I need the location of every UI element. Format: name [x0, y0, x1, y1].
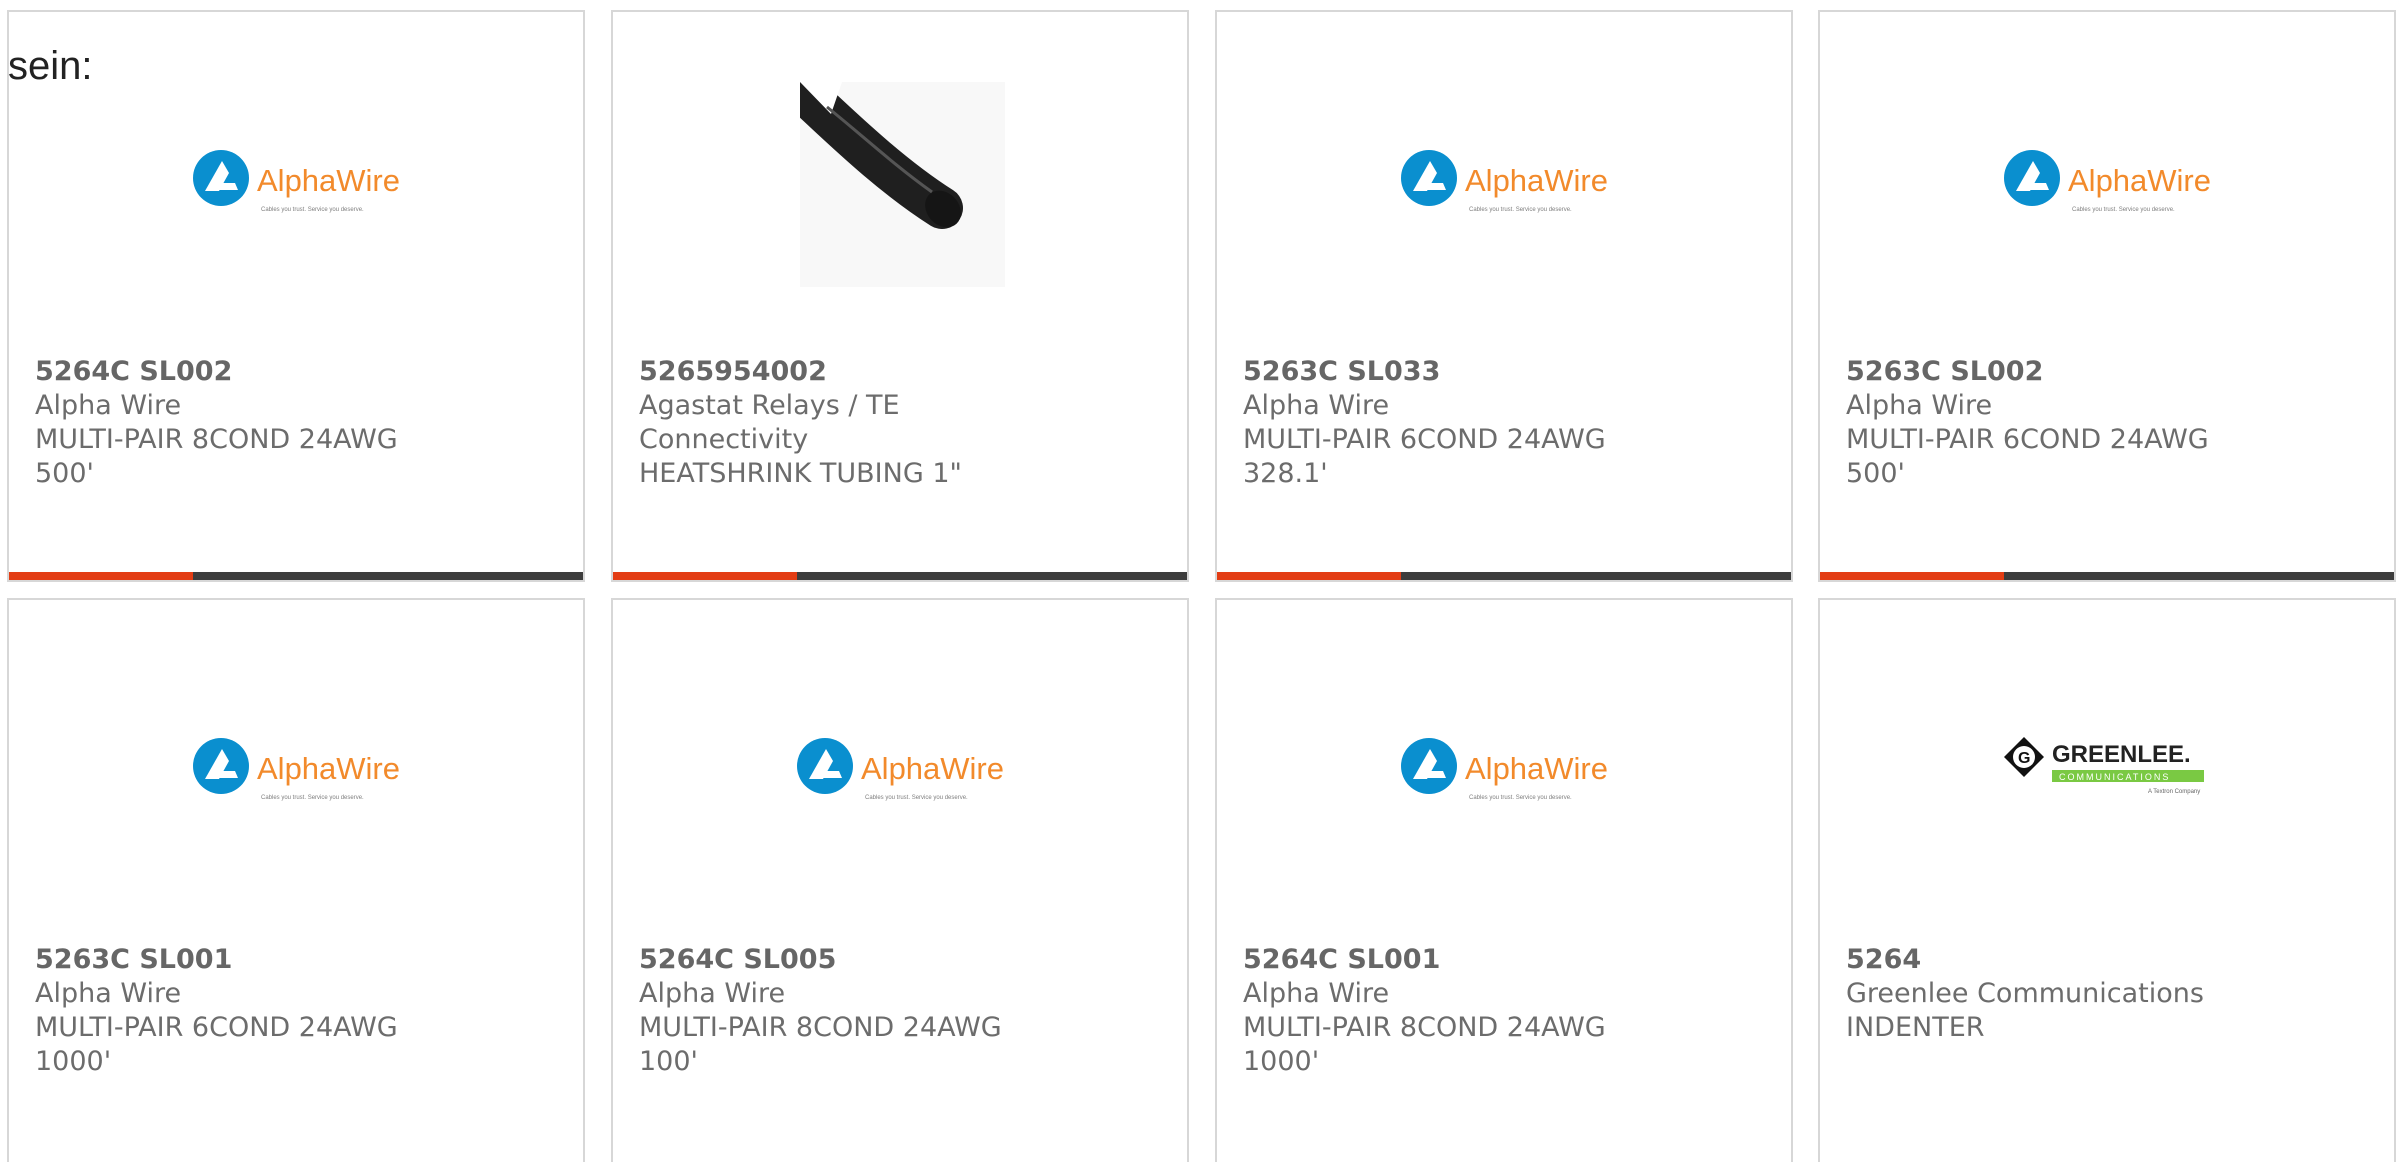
alphawire-logo-image: AlphaWire Cables you trust. Service you …	[1401, 150, 1608, 213]
greenlee-logo-image: G GREENLEE. COMMUNICATIONS A Textron Com…	[2004, 737, 2204, 795]
manufacturer-name: Alpha Wire	[35, 390, 182, 421]
product-description: MULTI-PAIR 8COND 24AWG 1000'	[1243, 1012, 1606, 1077]
card-progress-fill	[1820, 572, 2004, 580]
alphawire-logo: AlphaWire Cables you trust. Service you …	[1217, 74, 1791, 294]
product-card[interactable]: AlphaWire Cables you trust. Service you …	[1215, 10, 1793, 582]
card-progress-bar	[1217, 572, 1791, 580]
product-meta: 5264 Greenlee Communications INDENTER	[1846, 943, 2276, 1045]
product-description: MULTI-PAIR 6COND 24AWG 500'	[1846, 424, 2209, 489]
alphawire-tagline: Cables you trust. Service you deserve.	[2072, 207, 2175, 213]
part-number[interactable]: 5264C SL002	[35, 355, 465, 389]
product-card[interactable]: 5265954002 Agastat Relays / TE Connectiv…	[611, 10, 1189, 582]
manufacturer-name: Alpha Wire	[1243, 978, 1390, 1009]
alphawire-wordmark: AlphaWire	[257, 163, 400, 198]
greenlee-tagline: A Textron Company	[2148, 789, 2200, 795]
card-progress-fill	[1217, 572, 1401, 580]
product-meta: 5263C SL002 Alpha Wire MULTI-PAIR 6COND …	[1846, 355, 2276, 491]
part-number[interactable]: 5265954002	[639, 355, 1069, 389]
greenlee-communications-logo: G GREENLEE. COMMUNICATIONS A Textron Com…	[1820, 662, 2394, 882]
greenlee-wordmark: GREENLEE.	[2052, 741, 2191, 768]
alphawire-wordmark: AlphaWire	[1465, 163, 1608, 198]
product-description: MULTI-PAIR 8COND 24AWG 100'	[639, 1012, 1002, 1077]
alphawire-logo-image: AlphaWire Cables you trust. Service you …	[1401, 738, 1608, 801]
alphawire-wordmark: AlphaWire	[861, 751, 1004, 786]
alphawire-logo-image: AlphaWire Cables you trust. Service you …	[193, 738, 400, 801]
alphawire-logo-image: AlphaWire Cables you trust. Service you …	[2004, 150, 2211, 213]
alphawire-tagline: Cables you trust. Service you deserve.	[1469, 207, 1572, 213]
alphawire-wordmark: AlphaWire	[1465, 751, 1608, 786]
product-description: HEATSHRINK TUBING 1"	[639, 458, 962, 489]
alphawire-logo: AlphaWire Cables you trust. Service you …	[1820, 74, 2394, 294]
svg-text:G: G	[2018, 750, 2030, 767]
product-card[interactable]: AlphaWire Cables you trust. Service you …	[7, 10, 585, 582]
product-card[interactable]: AlphaWire Cables you trust. Service you …	[1215, 598, 1793, 1162]
manufacturer-name: Alpha Wire	[1243, 390, 1390, 421]
product-description: MULTI-PAIR 8COND 24AWG 500'	[35, 424, 398, 489]
card-progress-fill	[613, 572, 797, 580]
alphawire-tagline: Cables you trust. Service you deserve.	[1469, 795, 1572, 801]
product-description: MULTI-PAIR 6COND 24AWG 328.1'	[1243, 424, 1606, 489]
part-number[interactable]: 5264	[1846, 943, 2276, 977]
black-tubing-icon	[800, 82, 1005, 287]
product-meta: 5263C SL033 Alpha Wire MULTI-PAIR 6COND …	[1243, 355, 1673, 491]
product-meta: 5264C SL001 Alpha Wire MULTI-PAIR 8COND …	[1243, 943, 1673, 1079]
manufacturer-name: Alpha Wire	[639, 978, 786, 1009]
product-grid-page: sein: AlphaWire Cables you trust. Servic…	[0, 0, 2400, 1162]
manufacturer-name: Alpha Wire	[1846, 390, 1993, 421]
alphawire-logo: AlphaWire Cables you trust. Service you …	[9, 74, 583, 294]
alphawire-logo: AlphaWire Cables you trust. Service you …	[1217, 662, 1791, 882]
card-progress-bar	[613, 572, 1187, 580]
part-number[interactable]: 5264C SL005	[639, 943, 1069, 977]
greenlee-communications-text: COMMUNICATIONS	[2059, 772, 2170, 782]
intro-text: sein:	[8, 44, 93, 88]
alphawire-logo-image: AlphaWire Cables you trust. Service you …	[193, 150, 400, 213]
part-number[interactable]: 5263C SL002	[1846, 355, 2276, 389]
alphawire-tagline: Cables you trust. Service you deserve.	[865, 795, 968, 801]
card-progress-fill	[9, 572, 193, 580]
alphawire-logo: AlphaWire Cables you trust. Service you …	[9, 662, 583, 882]
manufacturer-name: Greenlee Communications	[1846, 978, 2204, 1009]
product-meta: 5265954002 Agastat Relays / TE Connectiv…	[639, 355, 1069, 491]
product-card[interactable]: AlphaWire Cables you trust. Service you …	[611, 598, 1189, 1162]
product-description: INDENTER	[1846, 1012, 1985, 1043]
card-progress-bar	[9, 572, 583, 580]
product-description: MULTI-PAIR 6COND 24AWG 1000'	[35, 1012, 398, 1077]
product-meta: 5264C SL005 Alpha Wire MULTI-PAIR 8COND …	[639, 943, 1069, 1079]
alphawire-wordmark: AlphaWire	[2068, 163, 2211, 198]
product-meta: 5263C SL001 Alpha Wire MULTI-PAIR 6COND …	[35, 943, 465, 1079]
alphawire-logo: AlphaWire Cables you trust. Service you …	[613, 662, 1187, 882]
product-meta: 5264C SL002 Alpha Wire MULTI-PAIR 8COND …	[35, 355, 465, 491]
alphawire-tagline: Cables you trust. Service you deserve.	[261, 795, 364, 801]
part-number[interactable]: 5263C SL001	[35, 943, 465, 977]
product-card[interactable]: G GREENLEE. COMMUNICATIONS A Textron Com…	[1818, 598, 2396, 1162]
part-number[interactable]: 5264C SL001	[1243, 943, 1673, 977]
alphawire-wordmark: AlphaWire	[257, 751, 400, 786]
alphawire-tagline: Cables you trust. Service you deserve.	[261, 207, 364, 213]
manufacturer-name: Agastat Relays / TE Connectivity	[639, 390, 900, 455]
product-card[interactable]: AlphaWire Cables you trust. Service you …	[1818, 10, 2396, 582]
manufacturer-name: Alpha Wire	[35, 978, 182, 1009]
card-progress-bar	[1820, 572, 2394, 580]
product-card[interactable]: AlphaWire Cables you trust. Service you …	[7, 598, 585, 1162]
part-number[interactable]: 5263C SL033	[1243, 355, 1673, 389]
heatshrink-tubing-image	[800, 82, 1005, 287]
alphawire-logo-image: AlphaWire Cables you trust. Service you …	[797, 738, 1004, 801]
